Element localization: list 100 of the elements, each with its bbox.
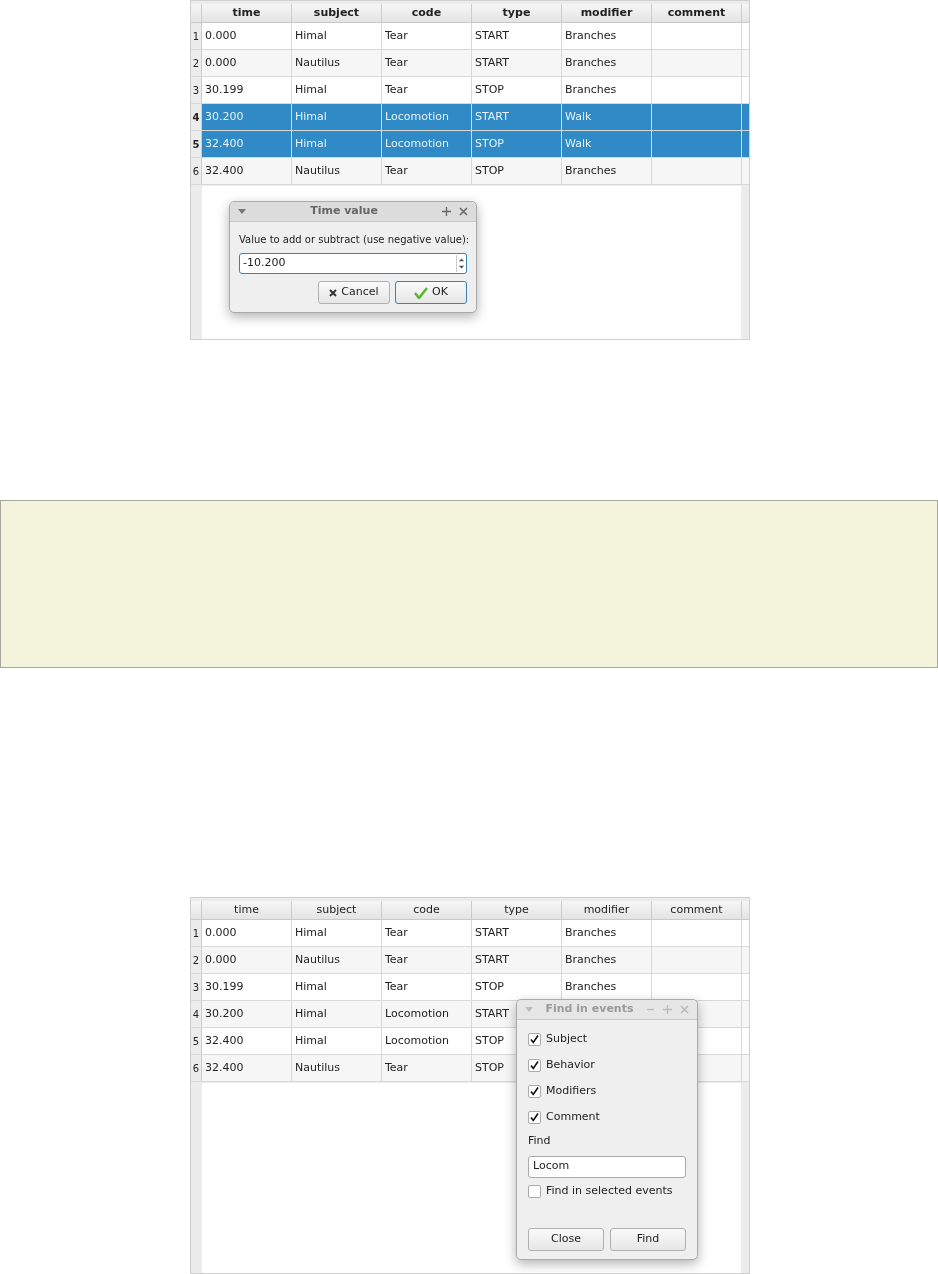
table-cell: Branches: [562, 158, 652, 184]
row-number[interactable]: 6: [191, 158, 202, 184]
ok-button[interactable]: OK: [395, 281, 467, 304]
menu-caret-icon[interactable]: [238, 209, 246, 214]
table-cell: 30.200: [202, 1001, 292, 1027]
table-cell: Nautilus: [292, 947, 382, 973]
table-cell: Himal: [292, 131, 382, 157]
row-number[interactable]: 5: [191, 131, 202, 157]
table-cell: START: [472, 50, 562, 76]
table-row[interactable]: 3 30.199 Himal Tear STOP Branches: [191, 77, 749, 104]
column-header[interactable]: code: [382, 4, 472, 22]
row-number[interactable]: 6: [191, 1055, 202, 1081]
checkbox[interactable]: [528, 1185, 541, 1198]
row-number[interactable]: 4: [191, 1001, 202, 1027]
table-cell: Himal: [292, 1001, 382, 1027]
table-cell: Locomotion: [382, 104, 472, 130]
column-header[interactable]: comment: [652, 4, 742, 22]
column-header[interactable]: subject: [292, 4, 382, 22]
column-header[interactable]: subject: [292, 901, 382, 919]
table-cell: Branches: [562, 77, 652, 103]
table-cell: STOP: [472, 77, 562, 103]
table-cell: 30.199: [202, 974, 292, 1000]
table-cell: Branches: [562, 920, 652, 946]
table-cell: Nautilus: [292, 158, 382, 184]
table-cell: Tear: [382, 920, 472, 946]
spin-field[interactable]: -10.200: [239, 253, 467, 274]
row-number[interactable]: 2: [191, 50, 202, 76]
table-cell: START: [472, 920, 562, 946]
table-cell: Himal: [292, 1028, 382, 1054]
column-header[interactable]: modifier: [562, 4, 652, 22]
table-cell: Nautilus: [292, 50, 382, 76]
row-number[interactable]: 1: [191, 23, 202, 49]
table-cell: START: [472, 947, 562, 973]
row-number[interactable]: 2: [191, 947, 202, 973]
checkbox[interactable]: [528, 1084, 541, 1098]
table-cell: 0.000: [202, 947, 292, 973]
table-cell: Himal: [292, 974, 382, 1000]
column-header[interactable]: type: [472, 901, 562, 919]
table-row[interactable]: 6 32.400 Nautilus Tear STOP Branches: [191, 158, 749, 185]
column-header[interactable]: code: [382, 901, 472, 919]
table-cell: 32.400: [202, 158, 292, 184]
table-row[interactable]: 4 30.200 Himal Locomotion START Walk: [191, 104, 749, 131]
table-cell: 0.000: [202, 50, 292, 76]
table-cell: Branches: [562, 50, 652, 76]
table-cell: 0.000: [202, 23, 292, 49]
table-row[interactable]: 2 0.000 Nautilus Tear START Branches: [191, 947, 749, 974]
table-cell: Tear: [382, 23, 472, 49]
row-number[interactable]: 5: [191, 1028, 202, 1054]
row-number[interactable]: 1: [191, 920, 202, 946]
table-cell: STOP: [472, 131, 562, 157]
table-cell: STOP: [472, 158, 562, 184]
row-number[interactable]: 4: [191, 104, 202, 130]
table-cell: Tear: [382, 1055, 472, 1081]
column-header[interactable]: time: [202, 4, 292, 22]
column-header[interactable]: time: [202, 901, 292, 919]
field-label: Find: [528, 1133, 552, 1149]
table-cell: 30.200: [202, 104, 292, 130]
option-label: Modifiers: [546, 1082, 597, 1099]
checkbox[interactable]: [528, 1058, 541, 1072]
table-row[interactable]: 1 0.000 Himal Tear START Branches: [191, 23, 749, 50]
row-number[interactable]: 3: [191, 77, 202, 103]
find-button[interactable]: Find: [610, 1227, 686, 1251]
table-cell: Locomotion: [382, 131, 472, 157]
table-cell: Himal: [292, 920, 382, 946]
field-label: Value to add or subtract (use negative value):: [239, 233, 467, 247]
dialog-title: Time value: [309, 203, 379, 220]
pin-icon[interactable]: [442, 207, 451, 216]
table-cell: Tear: [382, 50, 472, 76]
checkbox[interactable]: [528, 1110, 541, 1124]
column-header[interactable]: type: [472, 4, 562, 22]
table-cell: 32.400: [202, 1055, 292, 1081]
close-icon[interactable]: [459, 207, 468, 216]
table-cell: 32.400: [202, 1028, 292, 1054]
table-row[interactable]: 2 0.000 Nautilus Tear START Branches: [191, 50, 749, 77]
table-cell: Walk: [562, 104, 652, 130]
cancel-button[interactable]: Cancel: [318, 281, 390, 304]
column-header[interactable]: modifier: [562, 901, 652, 919]
table-cell: Branches: [562, 947, 652, 973]
search-field[interactable]: Locom: [528, 1155, 686, 1178]
table-cell: Tear: [382, 974, 472, 1000]
spin-arrows-icon[interactable]: [456, 255, 466, 272]
option-label: Comment: [546, 1108, 600, 1125]
option-label: Find in selected events: [546, 1183, 673, 1200]
table-row[interactable]: 3 30.199 Himal Tear STOP Branches: [191, 974, 749, 1001]
close-icon: [329, 288, 338, 297]
table-row[interactable]: 5 32.400 Himal Locomotion STOP Walk: [191, 131, 749, 158]
table-cell: Branches: [562, 23, 652, 49]
check-icon: [414, 286, 429, 299]
table-cell: Locomotion: [382, 1001, 472, 1027]
table-cell: Tear: [382, 77, 472, 103]
checkbox[interactable]: [528, 1032, 541, 1046]
close-button[interactable]: Close: [528, 1227, 604, 1251]
table-row[interactable]: 1 0.000 Himal Tear START Branches: [191, 920, 749, 947]
table-cell: Walk: [562, 131, 652, 157]
table-cell: Locomotion: [382, 1028, 472, 1054]
table-cell: START: [472, 104, 562, 130]
table-cell: Himal: [292, 23, 382, 49]
row-number[interactable]: 3: [191, 974, 202, 1000]
column-header[interactable]: comment: [652, 901, 742, 919]
table-cell: START: [472, 23, 562, 49]
